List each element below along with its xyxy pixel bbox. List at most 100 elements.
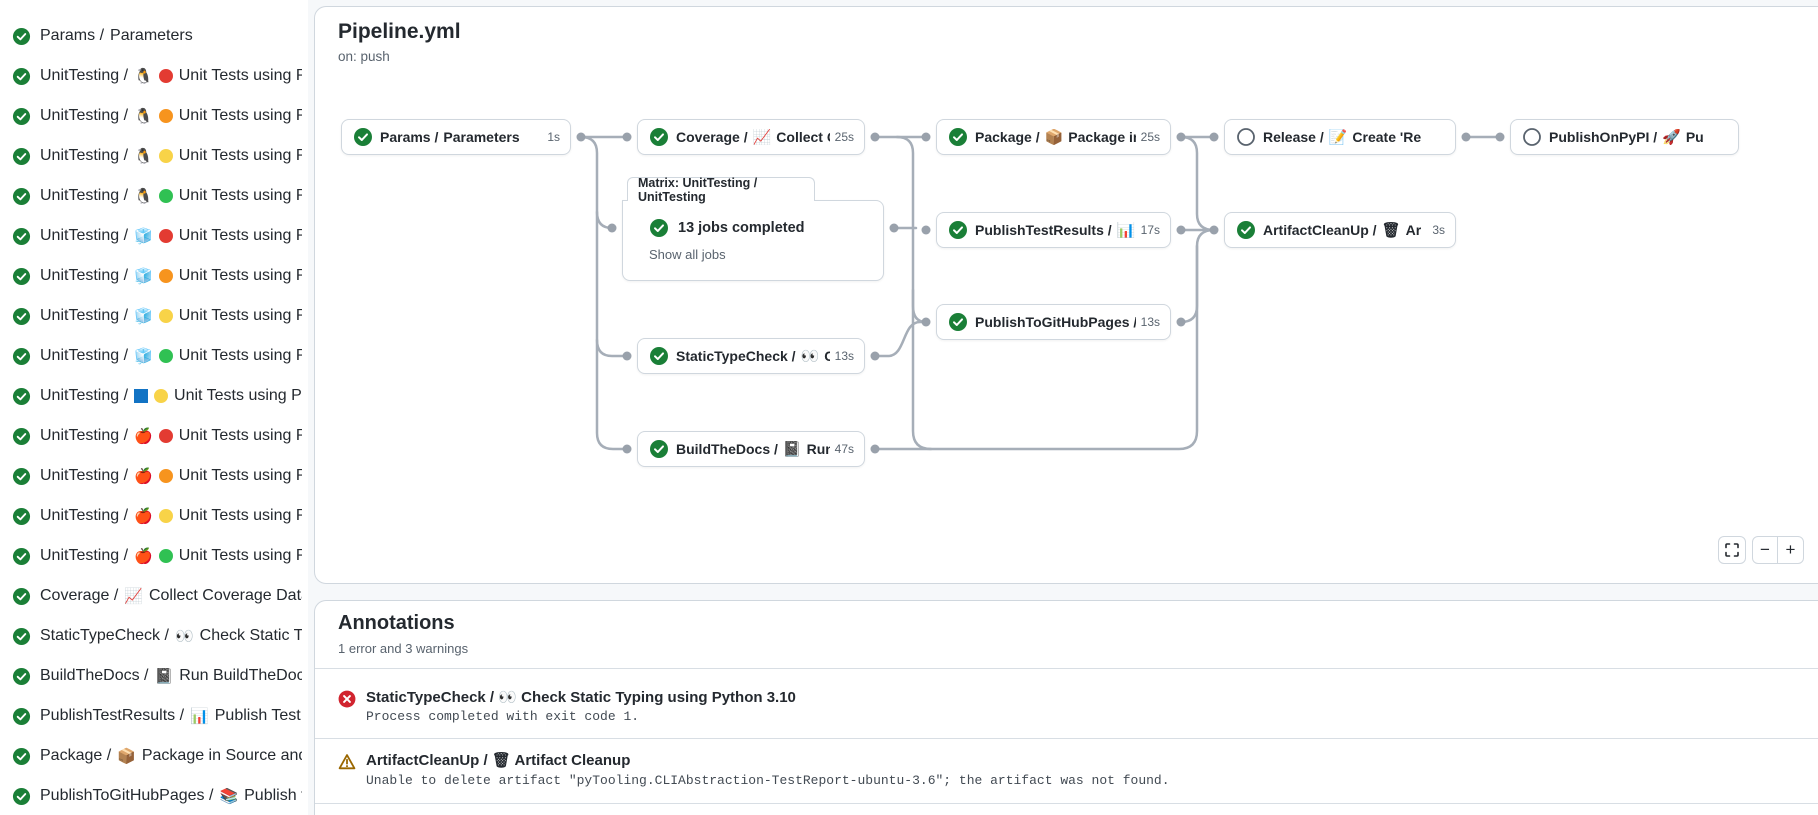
job-name: UnitTesting / — [40, 467, 128, 485]
node-step-label: Run Buil... — [807, 441, 830, 457]
sidebar-job-item[interactable]: PublishTestResults /📊Publish Test Resu..… — [12, 696, 302, 736]
node-label: Coverage /📈Collect Cove... — [676, 129, 830, 145]
fullscreen-button[interactable] — [1718, 536, 1746, 564]
node-job-name: Params / — [380, 129, 438, 145]
node-label: PublishToGitHubPages /📚... — [975, 314, 1136, 330]
sidebar-job-item[interactable]: UnitTesting /🍎Unit Tests using Pyth... — [12, 416, 302, 456]
job-step-label: Unit Tests using Pyth... — [179, 147, 302, 165]
matrix-card[interactable]: 13 jobs completed Show all jobs — [622, 200, 884, 281]
sidebar-job-item[interactable]: UnitTesting /🧊Unit Tests using Pyth... — [12, 216, 302, 256]
zoom-in-button[interactable]: + — [1778, 537, 1803, 563]
sidebar-job-item[interactable]: Coverage /📈Collect Coverage Data usi... — [12, 576, 302, 616]
sidebar-job-item[interactable]: PublishToGitHubPages /📚Publish to G... — [12, 776, 302, 815]
sidebar-job-item[interactable]: UnitTesting /🐧Unit Tests using Pyth... — [12, 56, 302, 96]
node-label: Release /📝Create 'Release P... — [1263, 129, 1421, 145]
linux-penguin-icon: 🐧 — [134, 69, 153, 84]
job-step-label: Unit Tests using Pyth... — [179, 187, 302, 205]
workflow-graph-panel — [314, 6, 1818, 584]
sidebar-job-label: UnitTesting /🍎Unit Tests using Pyth... — [40, 427, 302, 445]
node-step-label: Chec... — [824, 348, 830, 364]
node-step-label: Create 'Release P... — [1352, 129, 1421, 145]
success-check-icon — [12, 387, 31, 406]
eyes-icon: 👀 — [175, 629, 194, 644]
node-duration: 17s — [1141, 223, 1160, 237]
job-name: Coverage / — [40, 587, 118, 605]
success-check-icon — [12, 587, 31, 606]
sidebar-job-item[interactable]: UnitTesting /🍎Unit Tests using Pyth... — [12, 456, 302, 496]
notebook-icon: 📓 — [155, 669, 174, 684]
skipped-circle-icon — [1522, 127, 1542, 147]
matrix-tab[interactable]: Matrix: UnitTesting / UnitTesting — [627, 177, 815, 201]
workflow-file-title: Pipeline.yml — [338, 20, 461, 44]
sidebar-job-label: UnitTesting /🍎Unit Tests using Pyth... — [40, 467, 302, 485]
graph-node-params[interactable]: Params /Parameters1s — [341, 119, 571, 155]
node-step-label: Publish to ... — [1686, 129, 1704, 145]
sidebar-job-item[interactable]: UnitTesting /🐧Unit Tests using Pyth... — [12, 136, 302, 176]
zoom-out-button[interactable]: − — [1753, 537, 1778, 563]
annotation-title[interactable]: ArtifactCleanUp / 🗑 Artifact Cleanup — [366, 751, 630, 769]
python-version-dot — [159, 549, 173, 563]
sidebar-job-label: UnitTesting /🍎Unit Tests using Pyth... — [40, 547, 302, 565]
graph-node-package[interactable]: Package /📦Package in So...25s — [936, 119, 1171, 155]
sidebar-job-item[interactable]: UnitTesting /🐧Unit Tests using Pyth... — [12, 176, 302, 216]
graph-node-buildthedocs[interactable]: BuildTheDocs /📓Run Buil...47s — [637, 431, 865, 467]
sidebar-job-item[interactable]: UnitTesting /Unit Tests using Pyth... — [12, 376, 302, 416]
success-check-icon — [12, 107, 31, 126]
sidebar-job-item[interactable]: UnitTesting /🐧Unit Tests using Pyth... — [12, 96, 302, 136]
python-version-dot — [159, 309, 173, 323]
rocket-icon: 🚀 — [1662, 130, 1681, 145]
graph-node-artifactcleanup[interactable]: ArtifactCleanUp /🗑Artifac...3s — [1224, 212, 1456, 248]
sidebar-job-item[interactable]: UnitTesting /🧊Unit Tests using Pyth... — [12, 336, 302, 376]
graph-node-publishtogithubpages[interactable]: PublishToGitHubPages /📚...13s — [936, 304, 1171, 340]
job-step-label: Unit Tests using Pyth... — [179, 107, 302, 125]
sidebar-job-item[interactable]: Package /📦Package in Source and Wh... — [12, 736, 302, 776]
annotation-title[interactable]: StaticTypeCheck / 👀 Check Static Typing … — [366, 688, 796, 706]
sidebar-job-label: UnitTesting /🐧Unit Tests using Pyth... — [40, 107, 302, 125]
job-step-label: Publish to G... — [244, 787, 302, 805]
sidebar-job-label: UnitTesting /🧊Unit Tests using Pyth... — [40, 267, 302, 285]
job-name: UnitTesting / — [40, 267, 128, 285]
node-label: BuildTheDocs /📓Run Buil... — [676, 441, 830, 457]
sidebar-job-item[interactable]: UnitTesting /🍎Unit Tests using Pyth... — [12, 536, 302, 576]
success-check-icon — [12, 707, 31, 726]
sidebar-job-label: UnitTesting /🍎Unit Tests using Pyth... — [40, 507, 302, 525]
annotations-subtitle: 1 error and 3 warnings — [338, 641, 468, 656]
node-step-label: Artifac... — [1406, 222, 1421, 238]
python-version-dot — [159, 469, 173, 483]
graph-node-statictypecheck[interactable]: StaticTypeCheck /👀Chec...13s — [637, 338, 865, 374]
node-job-name: Package / — [975, 129, 1040, 145]
job-step-label: Run BuildTheDocs — [179, 667, 302, 685]
node-job-name: PublishToGitHubPages / — [975, 314, 1136, 330]
graph-node-publishtestresults[interactable]: PublishTestResults /📊Pu...17s — [936, 212, 1171, 248]
sidebar-job-item[interactable]: UnitTesting /🧊Unit Tests using Pyth... — [12, 296, 302, 336]
sidebar-job-label: UnitTesting /🐧Unit Tests using Pyth... — [40, 147, 302, 165]
sidebar-job-item[interactable]: UnitTesting /🧊Unit Tests using Pyth... — [12, 256, 302, 296]
job-step-label: Unit Tests using Pyth... — [179, 227, 302, 245]
sidebar-job-item[interactable]: BuildTheDocs /📓Run BuildTheDocs — [12, 656, 302, 696]
ice-cube-icon: 🧊 — [134, 349, 153, 364]
job-name: StaticTypeCheck / — [40, 627, 169, 645]
sidebar-job-item[interactable]: Params /Parameters — [12, 16, 302, 56]
error-icon — [338, 690, 356, 708]
node-job-name: Release / — [1263, 129, 1324, 145]
apple-icon: 🍎 — [134, 509, 153, 524]
success-check-icon — [353, 127, 373, 147]
job-name: UnitTesting / — [40, 387, 128, 405]
sidebar-job-label: Params /Parameters — [40, 27, 193, 45]
graph-node-publishonpypi[interactable]: PublishOnPyPI /🚀Publish to ... — [1510, 119, 1739, 155]
job-step-label: Check Static Typing... — [200, 627, 302, 645]
sidebar-job-item[interactable]: UnitTesting /🍎Unit Tests using Pyth... — [12, 496, 302, 536]
job-step-label: Unit Tests using Pyth... — [179, 507, 302, 525]
linux-penguin-icon: 🐧 — [134, 109, 153, 124]
annotations-title: Annotations — [338, 612, 455, 635]
ice-cube-icon: 🧊 — [134, 229, 153, 244]
blue-square-icon — [134, 389, 148, 403]
annotation-message: Unable to delete artifact "pyTooling.CLI… — [366, 773, 1170, 788]
graph-node-release[interactable]: Release /📝Create 'Release P... — [1224, 119, 1456, 155]
show-all-jobs-link[interactable]: Show all jobs — [649, 247, 726, 262]
graph-node-coverage[interactable]: Coverage /📈Collect Cove...25s — [637, 119, 865, 155]
sidebar-job-label: UnitTesting /🧊Unit Tests using Pyth... — [40, 347, 302, 365]
node-step-label: Parameters — [443, 129, 519, 145]
sidebar-job-item[interactable]: StaticTypeCheck / 👀 Check Static Typing... — [12, 616, 302, 656]
python-version-dot — [159, 509, 173, 523]
